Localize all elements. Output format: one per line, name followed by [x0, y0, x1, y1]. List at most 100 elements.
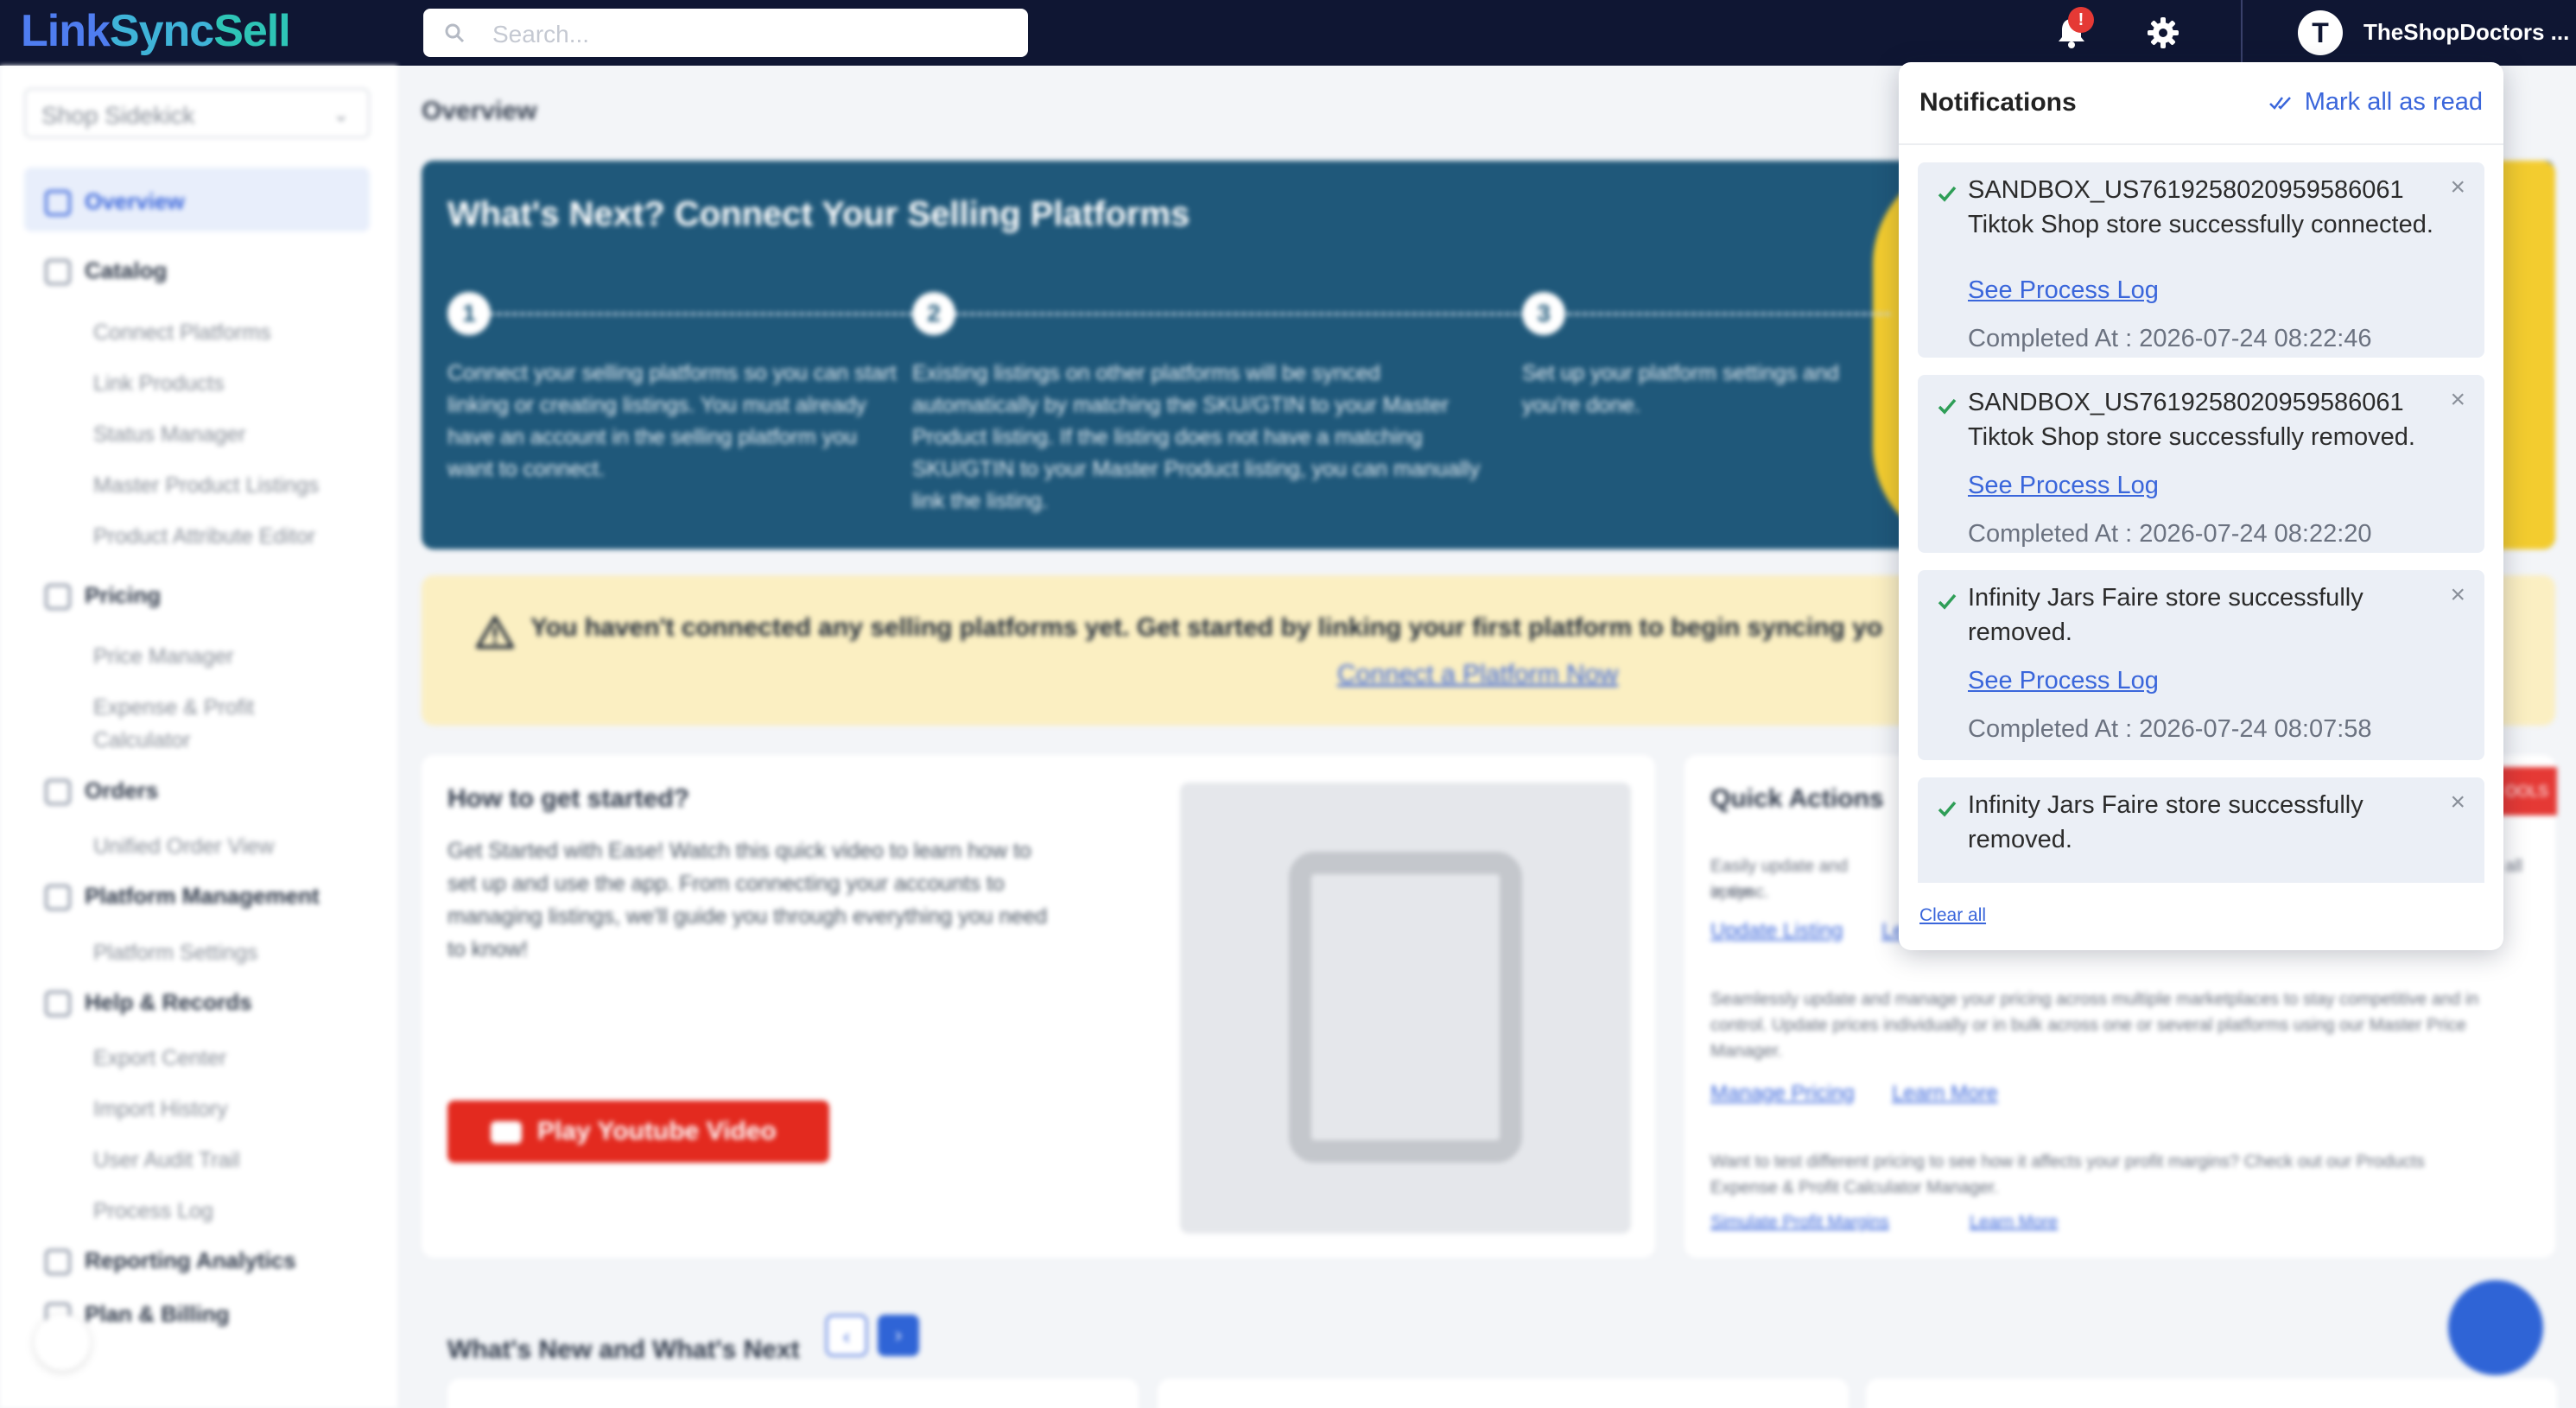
notification-item: SANDBOX_US7619258020959586061 Tiktok Sho…: [1918, 375, 2484, 553]
learn-more-link-3[interactable]: Learn More: [1970, 1213, 2058, 1233]
steps-connector: [473, 313, 1890, 315]
update-listing-link[interactable]: Update Listing: [1710, 919, 1843, 943]
sidebar-item-overview[interactable]: Overview: [45, 188, 185, 217]
sidebar-item-link-products[interactable]: Link Products: [93, 367, 224, 400]
app-logo[interactable]: LinkSyncSell: [21, 5, 291, 57]
notification-message: Infinity Jars Faire store successfully r…: [1968, 791, 2363, 853]
sidebar-item-export-center[interactable]: Export Center: [93, 1042, 226, 1075]
sidebar-item-product-attribute-editor[interactable]: Product Attribute Editor: [93, 520, 315, 553]
news-next-button[interactable]: ›: [878, 1315, 919, 1356]
platform-icon: [45, 885, 71, 911]
quick-actions-text-3: Want to test different pricing to see ho…: [1710, 1152, 2425, 1197]
notification-badge: !: [2068, 7, 2094, 33]
notification-item: Infinity Jars Faire store successfully r…: [1918, 777, 2484, 883]
alert-message: You haven't connected any selling platfo…: [530, 613, 1883, 642]
sidebar-item-unified-order-view[interactable]: Unified Order View: [93, 830, 274, 863]
user-menu[interactable]: TheShopDoctors ...: [2363, 19, 2569, 46]
notification-message: SANDBOX_US7619258020959586061 Tiktok Sho…: [1968, 176, 2433, 238]
avatar[interactable]: T: [2298, 10, 2343, 55]
check-icon: [1938, 593, 1957, 610]
youtube-icon: [491, 1121, 522, 1144]
learn-more-link-2[interactable]: Learn More: [1892, 1081, 1998, 1106]
clear-all-link[interactable]: Clear all: [1919, 905, 1986, 926]
warning-icon: [476, 616, 514, 649]
quick-actions-title: Quick Actions: [1710, 784, 1884, 813]
orders-icon: [45, 779, 71, 806]
simulate-profit-link[interactable]: Simulate Profit Margins: [1710, 1213, 1889, 1233]
notification-item: SANDBOX_US7619258020959586061 Tiktok Sho…: [1918, 162, 2484, 358]
close-icon[interactable]: ×: [2450, 580, 2465, 610]
notifications-panel: Notifications Mark all as read SANDBOX_U…: [1899, 62, 2503, 950]
notifications-title: Notifications: [1919, 88, 2077, 117]
notification-item: Infinity Jars Faire store successfully r…: [1918, 570, 2484, 760]
sidebar-item-calculator[interactable]: Calculator: [93, 724, 191, 757]
pricing-icon: [45, 584, 71, 611]
see-process-log-link[interactable]: See Process Log: [1968, 667, 2159, 695]
notification-completed-at: Completed At : 2026-07-24 08:22:46: [1968, 325, 2372, 352]
sidebar-item-status-manager[interactable]: Status Manager: [93, 418, 246, 451]
step-1-text: Connect your selling platforms so you ca…: [447, 361, 897, 481]
close-icon[interactable]: ×: [2450, 173, 2465, 202]
topbar-divider: [2241, 0, 2243, 66]
analytics-icon: [45, 1249, 71, 1276]
play-youtube-button[interactable]: Play Youtube Video: [447, 1100, 829, 1163]
check-icon: [1938, 801, 1957, 817]
sidebar-item-orders[interactable]: Orders: [45, 777, 158, 806]
step-2-text: Existing listings on other platforms wil…: [912, 361, 1481, 513]
manage-pricing-link[interactable]: Manage Pricing: [1710, 1081, 1855, 1106]
close-icon[interactable]: ×: [2450, 788, 2465, 817]
check-icon: [1938, 398, 1957, 415]
step-1-number: 1: [447, 292, 491, 335]
search-icon: [445, 23, 465, 43]
double-check-icon: [2268, 97, 2291, 111]
chat-icon[interactable]: [2448, 1280, 2543, 1375]
see-process-log-link[interactable]: See Process Log: [1968, 472, 2159, 500]
sidebar-item-process-log[interactable]: Process Log: [93, 1195, 213, 1227]
connect-platform-link[interactable]: Connect a Platform Now: [1337, 660, 1618, 689]
sidebar-item-catalog[interactable]: Catalog: [45, 257, 167, 286]
sidebar-item-import-history[interactable]: Import History: [93, 1093, 228, 1126]
page-title: Overview: [422, 97, 537, 125]
sidebar-item-reporting-analytics[interactable]: Reporting Analytics: [45, 1247, 296, 1276]
news-card[interactable]: [447, 1379, 1139, 1408]
sidebar: Shop Sidekick ⌄ Overview Catalog Connect…: [0, 66, 397, 1408]
gear-icon[interactable]: [2146, 16, 2180, 50]
shop-select[interactable]: Shop Sidekick ⌄: [24, 88, 370, 138]
get-started-title: How to get started?: [447, 784, 690, 813]
news-card[interactable]: [1158, 1379, 1849, 1408]
get-started-body: Get Started with Ease! Watch this quick …: [447, 839, 1048, 961]
image-placeholder-icon: [1289, 852, 1522, 1163]
video-thumbnail[interactable]: [1180, 783, 1631, 1234]
sidebar-item-expense-profit[interactable]: Expense & Profit: [93, 691, 254, 724]
quick-actions-text-2: Seamlessly update and manage your pricin…: [1710, 990, 2479, 1061]
catalog-icon: [45, 259, 71, 286]
search-input[interactable]: Search...: [423, 9, 1028, 57]
notification-completed-at: Completed At : 2026-07-24 08:07:58: [1968, 715, 2372, 743]
close-icon[interactable]: ×: [2450, 385, 2465, 415]
notification-message: SANDBOX_US7619258020959586061 Tiktok Sho…: [1968, 389, 2415, 451]
see-process-log-link[interactable]: See Process Log: [1968, 276, 2159, 305]
quick-actions-text-1b: all: [2505, 857, 2523, 876]
check-icon: [1938, 186, 1957, 202]
chevron-down-icon: ⌄: [333, 104, 349, 125]
sidebar-item-pricing[interactable]: Pricing: [45, 582, 161, 611]
sidebar-item-help-records[interactable]: Help & Records: [45, 989, 252, 1018]
records-icon: [45, 991, 71, 1018]
sidebar-item-connect-platforms[interactable]: Connect Platforms: [93, 316, 271, 349]
step-3-number: 3: [1522, 292, 1565, 335]
news-card[interactable]: [1866, 1379, 2557, 1408]
step-3-text: Set up your platform settings and you're…: [1522, 361, 1839, 417]
sidebar-item-platform-settings[interactable]: Platform Settings: [93, 936, 257, 969]
notifications-list[interactable]: SANDBOX_US7619258020959586061 Tiktok Sho…: [1918, 162, 2484, 883]
theme-toggle-moon-icon[interactable]: [35, 1315, 90, 1370]
news-prev-button[interactable]: ‹: [826, 1315, 867, 1356]
mark-all-read-button[interactable]: Mark all as read: [2268, 88, 2483, 117]
news-title: What's New and What's Next: [447, 1335, 800, 1364]
sidebar-item-platform-management[interactable]: Platform Management: [45, 883, 320, 911]
banner-heading: What's Next? Connect Your Selling Platfo…: [447, 195, 1190, 233]
step-2-number: 2: [912, 292, 955, 335]
sidebar-item-price-manager[interactable]: Price Manager: [93, 640, 234, 673]
sidebar-item-master-product-listings[interactable]: Master Product Listings: [93, 469, 319, 502]
tools-ribbon: OOLS: [2497, 767, 2557, 815]
sidebar-item-user-audit-trail[interactable]: User Audit Trail: [93, 1144, 240, 1177]
